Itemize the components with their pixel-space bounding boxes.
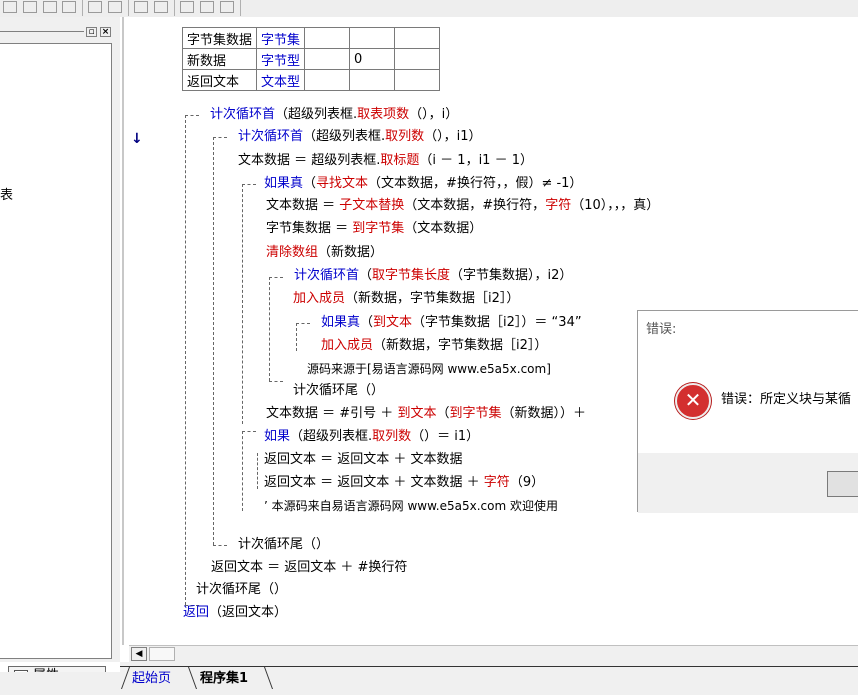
code-line[interactable]: 计次循环尾（） — [238, 535, 329, 555]
code-line[interactable]: 文本数据 ＝ 子文本替换（文本数据，#换行符，字符（10），，，真） — [266, 196, 659, 216]
code-comment[interactable]: ’ 本源码来自易语言源码网 www.e5a5x.com 欢迎使用 — [264, 496, 558, 516]
error-dialog: 错误: ✕ 错误：所定义块与某循 — [637, 310, 858, 513]
code-line[interactable]: 加入成员（新数据，字节集数据［i2］） — [321, 336, 547, 356]
code-line[interactable]: 计次循环尾（） — [293, 381, 384, 401]
code-line[interactable]: 返回（返回文本） — [183, 603, 287, 623]
restore-button[interactable]: ▫ — [86, 27, 97, 37]
code-line[interactable]: 计次循环首（超级列表框.取表项数（），i） — [210, 105, 458, 125]
table-row[interactable]: 字节集数据 字节集 — [181, 27, 441, 49]
table-row[interactable]: 新数据 字节型 0 — [181, 48, 441, 70]
error-icon: ✕ — [675, 383, 711, 419]
var-static[interactable] — [304, 48, 351, 70]
var-name[interactable]: 新数据 — [181, 48, 258, 70]
code-comment[interactable]: 源码来源于[易语言源码网 www.e5a5x.com] — [307, 359, 551, 379]
var-remark[interactable] — [394, 27, 441, 49]
v-space-icon[interactable] — [154, 1, 168, 13]
left-bottom-bar — [0, 672, 120, 695]
dialog-footer — [638, 453, 858, 513]
document-tabs: 起始页 程序集1 — [120, 662, 858, 695]
center-v-icon[interactable] — [200, 1, 214, 13]
panel-header: ▫ × — [0, 25, 118, 39]
table-row[interactable]: 返回文本 文本型 — [181, 69, 441, 91]
variable-table[interactable]: 字节集数据 字节集 新数据 字节型 0 返回文本 文本型 — [181, 27, 441, 91]
code-line[interactable]: 如果（超级列表框.取列数（）＝ i1） — [264, 427, 479, 447]
code-line[interactable]: 返回文本 ＝ 返回文本 ＋ #换行符 — [211, 558, 407, 578]
center-h-icon[interactable] — [180, 1, 194, 13]
var-array[interactable] — [349, 27, 396, 49]
toolbar-separator — [174, 0, 175, 16]
tab-program-set[interactable]: 程序集1 — [200, 667, 248, 686]
toolbar-separator — [128, 0, 129, 16]
code-line[interactable]: 计次循环首（超级列表框.取列数（），i1） — [238, 127, 482, 147]
var-array[interactable] — [349, 69, 396, 91]
var-static[interactable] — [304, 27, 351, 49]
dialog-title: 错误: — [646, 322, 677, 337]
align-bottom-icon[interactable] — [62, 1, 76, 13]
tree-view[interactable]: 表 — [0, 43, 112, 659]
code-line[interactable]: 加入成员（新数据，字节集数据［i2］） — [293, 289, 519, 309]
var-array[interactable]: 0 — [349, 48, 396, 70]
toolbar-separator — [240, 0, 241, 16]
align-icon[interactable] — [3, 1, 17, 13]
dialog-message: 错误：所定义块与某循 — [721, 392, 852, 407]
close-button[interactable]: × — [100, 27, 111, 37]
toolbar — [0, 0, 858, 18]
code-line[interactable]: 如果真（到文本（字节集数据［i2］）＝ “34” — [321, 313, 582, 333]
ok-button[interactable] — [827, 471, 858, 497]
code-line[interactable]: 如果真（寻找文本（文本数据，#换行符，，假）≠ -1） — [264, 174, 582, 194]
left-panel: ▫ × 表 属性 — [0, 17, 120, 686]
align-top-icon[interactable] — [43, 1, 57, 13]
code-line[interactable]: 文本数据 ＝ 超级列表框.取标题（i － 1，i1 － 1） — [238, 151, 533, 171]
same-height-icon[interactable] — [108, 1, 122, 13]
center-both-icon[interactable] — [220, 1, 234, 13]
code-line[interactable]: 计次循环首（取字节集长度（字节集数据），i2） — [294, 266, 572, 286]
tab-start-page[interactable]: 起始页 — [132, 667, 171, 686]
current-line-arrow-icon: ↓ — [131, 131, 143, 147]
var-name[interactable]: 字节集数据 — [181, 27, 258, 49]
scroll-left-button[interactable]: ◀ — [131, 647, 147, 661]
var-name[interactable]: 返回文本 — [181, 69, 258, 91]
code-line[interactable]: 清除数组（新数据） — [266, 243, 383, 263]
var-remark[interactable] — [394, 69, 441, 91]
code-line[interactable]: 文本数据 ＝ #引号 ＋ 到文本（到字节集（新数据））＋ — [266, 404, 586, 424]
code-line[interactable]: 返回文本 ＝ 返回文本 ＋ 文本数据 ＋ 字符（9） — [264, 473, 544, 493]
code-gutter[interactable] — [120, 17, 176, 645]
align-center-icon[interactable] — [23, 1, 37, 13]
var-remark[interactable] — [394, 48, 441, 70]
var-type[interactable]: 字节型 — [256, 48, 306, 70]
var-static[interactable] — [304, 69, 351, 91]
same-width-icon[interactable] — [88, 1, 102, 13]
h-space-icon[interactable] — [134, 1, 148, 13]
code-line[interactable]: 计次循环尾（） — [196, 580, 287, 600]
tree-item-fragment[interactable]: 表 — [0, 184, 13, 203]
var-type[interactable]: 字节集 — [256, 27, 306, 49]
var-type[interactable]: 文本型 — [256, 69, 306, 91]
toolbar-separator — [82, 0, 83, 16]
code-line[interactable]: 字节集数据 ＝ 到字节集（文本数据） — [266, 219, 482, 239]
horizontal-scrollbar[interactable]: ◀ — [129, 645, 858, 663]
scroll-thumb[interactable] — [149, 647, 175, 661]
code-line[interactable]: 返回文本 ＝ 返回文本 ＋ 文本数据 — [264, 450, 463, 470]
